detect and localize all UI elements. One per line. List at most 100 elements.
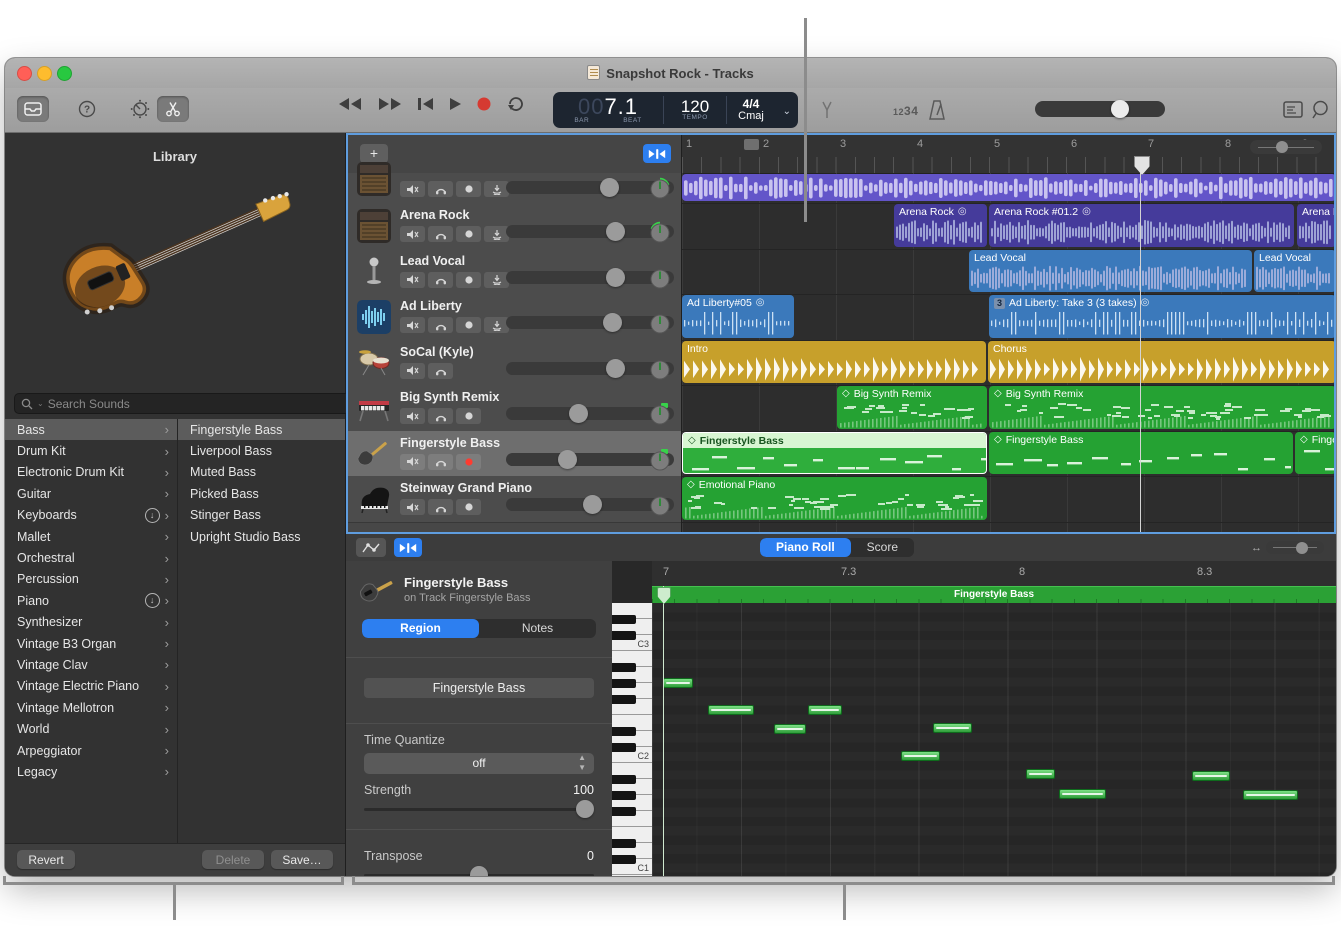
region-big-synth-remix[interactable]: ◇Big Synth Remix bbox=[989, 386, 1334, 429]
track-solo-button[interactable] bbox=[428, 317, 453, 333]
piano-black-key[interactable] bbox=[612, 855, 636, 864]
library-category-electronic-drum-kit[interactable]: Electronic Drum Kit › bbox=[5, 462, 177, 483]
region-arena-rock-01-2[interactable]: Arena Rock #01.2◎ bbox=[989, 204, 1294, 247]
track-header-scrolled-track[interactable] bbox=[348, 173, 681, 204]
time-quantize-select[interactable]: off▲▼ bbox=[364, 753, 594, 774]
midi-note[interactable] bbox=[808, 705, 842, 715]
smart-controls-button[interactable] bbox=[127, 96, 153, 122]
pan-knob[interactable] bbox=[648, 220, 672, 244]
library-category-arpeggiator[interactable]: Arpeggiator › bbox=[5, 740, 177, 761]
piano-black-key[interactable] bbox=[612, 695, 636, 704]
region-fingerstyle-bass[interactable]: ◇Fingerstyle Bass bbox=[989, 432, 1293, 475]
track-pan[interactable] bbox=[648, 402, 672, 426]
region-fingers[interactable]: ◇Fingers bbox=[1295, 432, 1334, 475]
track-mute-button[interactable] bbox=[400, 408, 425, 424]
piano-roll-ruler[interactable]: 77.388.3 bbox=[652, 561, 1336, 587]
track-solo-button[interactable] bbox=[428, 408, 453, 424]
tab-notes[interactable]: Notes bbox=[479, 619, 596, 638]
editor-zoom-slider[interactable] bbox=[1266, 541, 1324, 554]
track-pan[interactable] bbox=[648, 266, 672, 290]
pan-knob[interactable] bbox=[648, 402, 672, 426]
pan-knob[interactable] bbox=[648, 266, 672, 290]
master-volume-knob[interactable] bbox=[1111, 100, 1129, 118]
tab-region[interactable]: Region bbox=[362, 619, 479, 638]
notepad-button[interactable] bbox=[1283, 101, 1303, 118]
library-category-orchestral[interactable]: Orchestral › bbox=[5, 547, 177, 568]
track-header-steinway-grand-piano[interactable]: Steinway Grand Piano bbox=[348, 476, 681, 523]
track-volume-knob[interactable] bbox=[606, 222, 625, 241]
track-solo-button[interactable] bbox=[428, 499, 453, 515]
catch-playhead-button[interactable] bbox=[643, 144, 671, 163]
transpose-slider[interactable] bbox=[364, 874, 594, 876]
track-mute-button[interactable] bbox=[400, 363, 425, 379]
pan-knob[interactable] bbox=[648, 493, 672, 517]
track-mute-button[interactable] bbox=[400, 226, 425, 242]
track-record-button[interactable] bbox=[456, 408, 481, 424]
track-mute-button[interactable] bbox=[400, 272, 425, 288]
editor-toggle-button[interactable] bbox=[157, 96, 189, 122]
piano-black-key[interactable] bbox=[612, 775, 636, 784]
library-category-vintage-mellotron[interactable]: Vintage Mellotron › bbox=[5, 697, 177, 718]
track-volume-knob[interactable] bbox=[583, 495, 602, 514]
track-header-ad-liberty[interactable]: Ad Liberty bbox=[348, 294, 681, 341]
midi-note[interactable] bbox=[1192, 771, 1230, 781]
midi-note[interactable] bbox=[901, 751, 940, 761]
piano-black-key[interactable] bbox=[612, 743, 636, 752]
delete-button[interactable]: Delete bbox=[202, 850, 264, 869]
track-record-button[interactable] bbox=[456, 181, 481, 197]
record-button[interactable] bbox=[476, 96, 492, 112]
library-category-drum-kit[interactable]: Drum Kit › bbox=[5, 440, 177, 461]
revert-button[interactable]: Revert bbox=[17, 850, 75, 869]
track-solo-button[interactable] bbox=[428, 181, 453, 197]
track-pan[interactable] bbox=[648, 176, 672, 200]
track-solo-button[interactable] bbox=[428, 454, 453, 470]
piano-black-key[interactable] bbox=[612, 807, 636, 816]
midi-note[interactable] bbox=[708, 705, 754, 715]
library-patch-picked-bass[interactable]: Picked Bass bbox=[178, 483, 345, 504]
piano-black-key[interactable] bbox=[612, 727, 636, 736]
region-lead-vocal[interactable]: Lead Vocal bbox=[969, 250, 1252, 293]
loop-browser-button[interactable] bbox=[1311, 100, 1330, 120]
track-record-button[interactable] bbox=[456, 454, 481, 470]
track-volume-knob[interactable] bbox=[569, 404, 588, 423]
tab-score[interactable]: Score bbox=[851, 538, 914, 557]
library-category-world[interactable]: World › bbox=[5, 718, 177, 739]
midi-note[interactable] bbox=[1026, 769, 1055, 779]
piano-black-key[interactable] bbox=[612, 791, 636, 800]
track-volume-knob[interactable] bbox=[600, 178, 619, 197]
search-sounds-field[interactable]: ⌄ Search Sounds bbox=[14, 393, 350, 414]
region-audio-region[interactable] bbox=[682, 174, 1334, 201]
strength-slider[interactable] bbox=[364, 808, 594, 811]
rewind-button[interactable] bbox=[337, 97, 363, 111]
track-record-button[interactable] bbox=[456, 226, 481, 242]
library-category-vintage-clav[interactable]: Vintage Clav › bbox=[5, 654, 177, 675]
track-volume-knob[interactable] bbox=[606, 359, 625, 378]
library-patch-muted-bass[interactable]: Muted Bass bbox=[178, 462, 345, 483]
add-track-button[interactable]: + bbox=[360, 144, 388, 163]
region-big-synth-remix[interactable]: ◇Big Synth Remix bbox=[837, 386, 987, 429]
track-volume-knob[interactable] bbox=[558, 450, 577, 469]
library-category-keyboards[interactable]: Keyboards ↓ › bbox=[5, 505, 177, 526]
track-solo-button[interactable] bbox=[428, 226, 453, 242]
cycle-region-stub[interactable] bbox=[744, 139, 759, 150]
library-patch-upright-studio-bass[interactable]: Upright Studio Bass bbox=[178, 526, 345, 547]
track-input-button[interactable] bbox=[484, 317, 509, 333]
midi-note[interactable] bbox=[1243, 790, 1298, 800]
library-category-vintage-electric-piano[interactable]: Vintage Electric Piano › bbox=[5, 676, 177, 697]
metronome-button[interactable] bbox=[927, 99, 947, 121]
track-pan[interactable] bbox=[648, 448, 672, 472]
library-patch-stinger-bass[interactable]: Stinger Bass bbox=[178, 505, 345, 526]
timeline-zoom-slider[interactable] bbox=[1250, 140, 1322, 154]
track-volume-knob[interactable] bbox=[603, 313, 622, 332]
track-record-button[interactable] bbox=[456, 272, 481, 288]
help-button[interactable]: ? bbox=[75, 96, 99, 122]
track-mute-button[interactable] bbox=[400, 454, 425, 470]
track-record-button[interactable] bbox=[456, 499, 481, 515]
track-header-fingerstyle-bass[interactable]: Fingerstyle Bass bbox=[348, 431, 681, 478]
piano-roll-region-bar[interactable]: Fingerstyle Bass bbox=[652, 586, 1336, 604]
track-header-lead-vocal[interactable]: Lead Vocal bbox=[348, 249, 681, 296]
timeline-ruler[interactable]: 123456789 bbox=[682, 135, 1334, 174]
piano-black-key[interactable] bbox=[612, 663, 636, 672]
strength-knob[interactable] bbox=[576, 800, 594, 818]
automation-button[interactable] bbox=[356, 538, 386, 557]
